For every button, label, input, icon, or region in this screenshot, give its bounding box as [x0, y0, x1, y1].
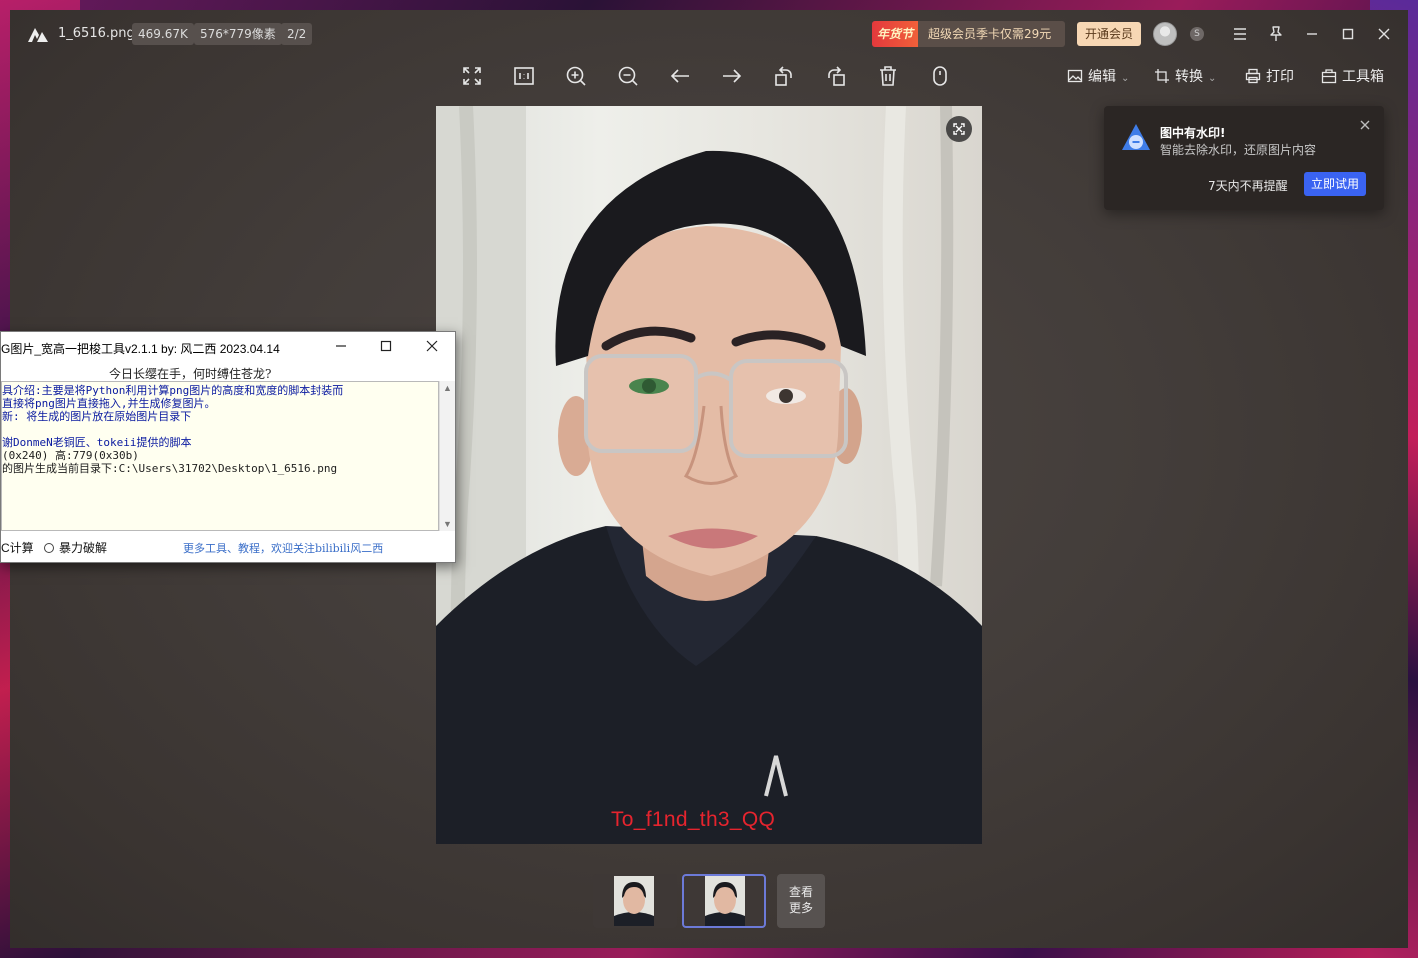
output-scrollbar[interactable]: ▲ ▼	[439, 381, 455, 531]
popup-title: 图中有水印!	[1160, 126, 1226, 140]
output-line: 新: 将生成的图片放在原始图片目录下	[2, 410, 192, 423]
bilibili-link[interactable]: 更多工具、教程，欢迎关注bilibili风二西	[183, 540, 383, 556]
displayed-image[interactable]: To_f1nd_th3_QQ	[436, 106, 982, 844]
toolbox-button[interactable]: 工具箱	[1321, 66, 1384, 88]
brute-force-label: 暴力破解	[59, 541, 108, 555]
promo-tag: 年货节	[872, 21, 918, 47]
watermark-popup: 图中有水印! 智能去除水印，还原图片内容 7天内不再提醒 立即试用	[1104, 106, 1384, 210]
dismiss-7-days-link[interactable]: 7天内不再提醒	[1208, 176, 1288, 196]
edit-menu[interactable]: 编辑 ⌄	[1067, 66, 1129, 88]
tool-window-title: G图片_宽高一把梭工具v2.1.1 by: 风二西 2023.04.14	[1, 342, 280, 356]
thumbnail-2[interactable]	[682, 874, 766, 928]
zoom-in-icon[interactable]	[564, 64, 588, 88]
printer-icon	[1245, 68, 1261, 84]
scroll-up-icon[interactable]: ▲	[443, 383, 452, 393]
view-more-button[interactable]: 查看 更多	[777, 874, 825, 928]
portrait-illustration	[436, 106, 982, 844]
maximize-icon[interactable]	[376, 336, 396, 356]
watermark-text: To_f1nd_th3_QQ	[611, 808, 776, 831]
avatar[interactable]	[1153, 22, 1177, 46]
chevron-down-icon: ⌄	[1208, 73, 1217, 84]
expand-image-icon[interactable]	[946, 116, 972, 142]
dimensions-chip: 576*779像素	[194, 23, 282, 45]
view-more-line2: 更多	[788, 901, 813, 915]
fullscreen-icon[interactable]	[460, 64, 484, 88]
toolbox-label: 工具箱	[1342, 69, 1384, 85]
close-icon[interactable]	[1372, 22, 1396, 46]
convert-menu[interactable]: 转换 ⌄	[1154, 66, 1216, 88]
file-name: 1_6516.png	[58, 26, 135, 41]
radio-icon	[44, 543, 54, 553]
promo-banner[interactable]: 年货节 超级会员季卡仅需29元	[872, 21, 1065, 47]
menu-icon[interactable]	[1228, 22, 1252, 46]
watermark-remove-icon	[1122, 124, 1150, 150]
close-icon[interactable]	[422, 336, 442, 356]
next-icon[interactable]	[720, 64, 744, 88]
tool-motto: 今日长缨在手，何时缚住苍龙?	[109, 367, 272, 381]
popup-description: 智能去除水印，还原图片内容	[1160, 143, 1317, 157]
png-size-tool-window: G图片_宽高一把梭工具v2.1.1 by: 风二西 2023.04.14 今日长…	[0, 331, 456, 563]
pin-icon[interactable]	[1264, 22, 1288, 46]
actual-size-icon[interactable]	[512, 64, 536, 88]
image-edit-icon	[1067, 69, 1083, 83]
output-textarea[interactable]: 具介绍:主要是将Python利用计算png图片的高度和宽度的脚本封装而 直接将p…	[1, 381, 439, 531]
close-icon[interactable]	[1358, 118, 1372, 132]
print-button[interactable]: 打印	[1245, 66, 1294, 88]
output-line: 的图片生成当前目录下:C:\Users\31702\Desktop\1_6516…	[2, 462, 338, 475]
thumbnail-image	[614, 876, 654, 926]
previous-icon[interactable]	[668, 64, 692, 88]
crc-option-label[interactable]: C计算	[1, 539, 34, 556]
output-line: 直接将png图片直接拖入,并生成修复图片。	[2, 397, 216, 410]
chevron-down-icon: ⌄	[1121, 73, 1130, 84]
zoom-out-icon[interactable]	[616, 64, 640, 88]
brute-force-radio[interactable]: 暴力破解	[44, 539, 107, 556]
app-logo-icon	[28, 28, 48, 42]
vip-button[interactable]: 开通会员	[1077, 22, 1141, 46]
crop-icon	[1155, 69, 1169, 83]
vip-badge-icon[interactable]: S	[1190, 27, 1204, 41]
page-index-chip: 2/2	[281, 23, 313, 45]
output-line: (0x240) 高:779(0x30b)	[2, 449, 139, 462]
rotate-left-icon[interactable]	[772, 64, 796, 88]
toolbox-icon	[1321, 69, 1337, 84]
print-label: 打印	[1266, 69, 1294, 85]
minimize-icon[interactable]	[1300, 22, 1324, 46]
maximize-icon[interactable]	[1336, 22, 1360, 46]
output-line: 谢DonmeN老铜匠、tokeii提供的脚本	[2, 436, 192, 449]
title-bar: 1_6516.png 469.67K 576*779像素 2/2 年货节 超级会…	[10, 10, 1408, 58]
scroll-down-icon[interactable]: ▼	[443, 519, 452, 529]
promo-text: 超级会员季卡仅需29元	[928, 27, 1052, 41]
convert-label: 转换	[1175, 69, 1203, 85]
minimize-icon[interactable]	[331, 336, 351, 356]
thumbnail-1[interactable]	[593, 874, 677, 928]
view-more-line1: 查看	[788, 885, 813, 899]
file-size-chip: 469.67K	[132, 23, 194, 45]
rotate-right-icon[interactable]	[824, 64, 848, 88]
try-now-button[interactable]: 立即试用	[1304, 172, 1366, 196]
edit-label: 编辑	[1088, 69, 1116, 85]
output-line: 具介绍:主要是将Python利用计算png图片的高度和宽度的脚本封装而	[2, 384, 344, 397]
thumbnail-image	[705, 876, 745, 926]
delete-icon[interactable]	[876, 64, 900, 88]
mouse-mode-icon[interactable]	[928, 64, 952, 88]
